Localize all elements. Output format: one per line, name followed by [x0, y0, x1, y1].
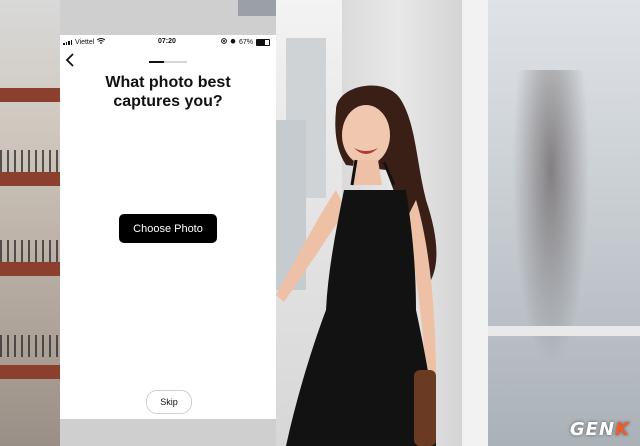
progress-fill	[149, 61, 165, 63]
watermark-logo: GENK	[569, 419, 630, 440]
carrier-group: Viettel	[63, 38, 106, 46]
window-glass	[488, 0, 640, 446]
status-time: 07:20	[158, 38, 176, 45]
location-icon	[221, 38, 227, 46]
building-left	[0, 0, 60, 446]
status-bar: Viettel 07:20 67%	[60, 35, 276, 49]
choose-photo-button[interactable]: Choose Photo	[119, 214, 217, 243]
woman-in-black-dress	[266, 80, 466, 446]
title-line-1: What photo best	[105, 74, 231, 91]
carrier-name: Viettel	[75, 38, 95, 46]
skip-button[interactable]: Skip	[146, 390, 192, 414]
signal-bars-icon	[63, 39, 72, 45]
title-line-2: captures you?	[113, 93, 223, 110]
alarm-icon	[230, 38, 236, 46]
phone-screen: Viettel 07:20 67% What photo best captur…	[60, 35, 276, 419]
battery-percent: 67%	[238, 38, 253, 46]
status-right-group: 67%	[221, 38, 270, 46]
back-chevron-icon[interactable]	[65, 53, 81, 69]
battery-icon	[256, 38, 270, 46]
progress-indicator	[149, 61, 187, 63]
wifi-icon	[97, 38, 106, 46]
page-title: What photo best captures you?	[60, 73, 276, 111]
